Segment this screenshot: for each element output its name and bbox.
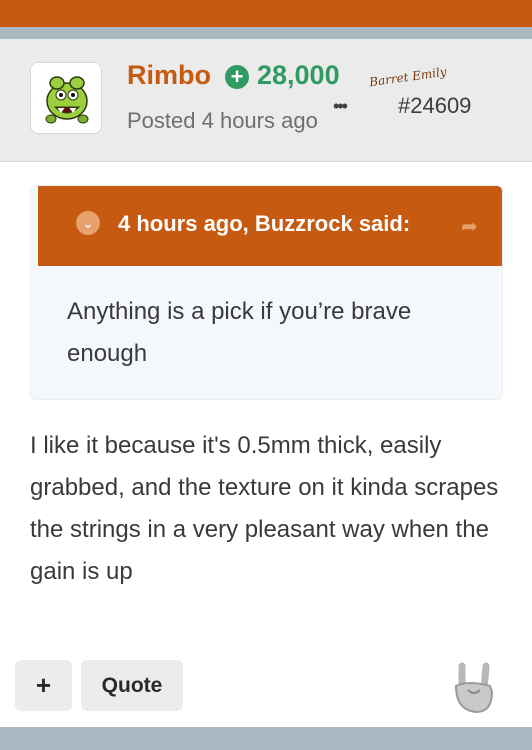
share-arrow-icon[interactable]: ➦: [461, 214, 478, 239]
posted-time[interactable]: Posted 4 hours ago: [127, 108, 318, 134]
plus-button[interactable]: +: [15, 660, 72, 711]
monster-avatar-icon: [45, 76, 89, 124]
bottom-strip: [0, 727, 532, 750]
avatar[interactable]: [30, 62, 102, 134]
chevron-down-icon[interactable]: ⌄: [76, 211, 100, 235]
quote-block: ⌄ 4 hours ago, Buzzrock said: ➦ Anything…: [30, 185, 503, 400]
author-name[interactable]: Rimbo: [127, 60, 211, 91]
top-strip: [0, 27, 532, 39]
more-options-icon[interactable]: •••: [333, 96, 348, 117]
quote-citation[interactable]: 4 hours ago, Buzzrock said:: [118, 211, 410, 237]
quote-header: ⌄ 4 hours ago, Buzzrock said: ➦: [38, 186, 502, 266]
top-bar: [0, 0, 532, 27]
rock-hand-icon[interactable]: [448, 656, 500, 721]
plus-circle-icon: +: [225, 65, 249, 89]
post-body-text: I like it because it's 0.5mm thick, easi…: [30, 432, 499, 585]
reputation-count: 28,000: [257, 60, 340, 90]
quote-button[interactable]: Quote: [81, 660, 183, 711]
quote-text: Anything is a pick if you’re brave enoug…: [67, 298, 412, 367]
post-number-link[interactable]: #24609: [398, 93, 471, 119]
